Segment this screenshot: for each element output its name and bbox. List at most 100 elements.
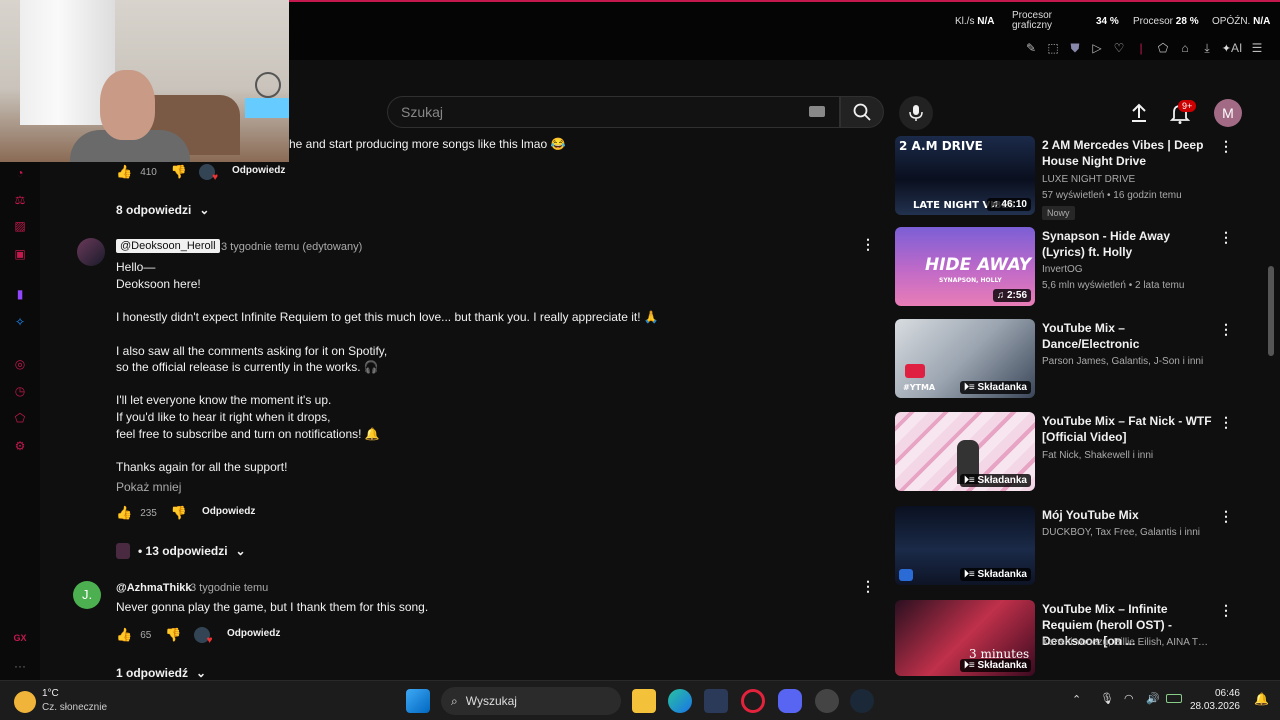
video-title[interactable]: 2 AM Mercedes Vibes | Deep House Night D… <box>1042 137 1212 169</box>
channel-name[interactable]: Parson James, Galantis, J-Son i inni <box>1042 356 1212 367</box>
more-actions-icon[interactable]: ⋮ <box>1219 602 1233 619</box>
more-actions-icon[interactable]: ⋮ <box>1219 321 1233 338</box>
video-thumbnail[interactable]: 2 A.M DRIVE LATE NIGHT VIBES ♫ 46:10 <box>895 136 1035 215</box>
scrollbar-thumb[interactable] <box>1268 266 1274 356</box>
comment-time[interactable]: 3 tygodnie temu (edytowany) <box>221 241 362 253</box>
video-thumbnail[interactable]: #YTMA ⏵≡ Składanka <box>895 319 1035 398</box>
video-title[interactable]: YouTube Mix – Fat Nick - WTF [Official V… <box>1042 413 1212 445</box>
video-title[interactable]: Mój YouTube Mix <box>1042 507 1212 523</box>
play-icon[interactable]: ▷ <box>1086 40 1108 56</box>
history-icon[interactable]: ◷ <box>12 383 28 399</box>
like-icon[interactable]: 👍 <box>116 505 132 521</box>
comment-time[interactable]: 3 tygodnie temu <box>190 582 268 594</box>
player-icon[interactable]: ◎ <box>12 356 28 372</box>
ai-button[interactable]: ✦AI <box>1218 40 1246 56</box>
channel-name[interactable]: DUCKBOY, Tax Free, Galantis i inni <box>1042 527 1212 538</box>
volume-icon[interactable]: 🔊 <box>1146 692 1160 705</box>
more-actions-icon[interactable]: ⋮ <box>861 236 875 253</box>
recommended-mix[interactable]: ⏵≡ Składanka YouTube Mix – Fat Nick - WT… <box>895 412 1255 494</box>
reply-button[interactable]: Odpowiedz <box>202 506 255 517</box>
video-meta: 57 wyświetleń • 16 godzin temu <box>1042 190 1182 201</box>
replies-toggle[interactable]: 8 odpowiedzi ⌄ <box>116 203 209 217</box>
search-input[interactable] <box>388 97 768 127</box>
more-icon[interactable]: ··· <box>12 658 28 674</box>
settings-icon[interactable]: ⚙ <box>12 438 28 454</box>
app-icon[interactable] <box>815 689 839 713</box>
delay-stat: OPÓŹN. N/A <box>1212 16 1271 27</box>
reply-button[interactable]: Odpowiedz <box>227 628 280 639</box>
clock[interactable]: 06:46 28.03.2026 <box>1190 687 1240 713</box>
battery-icon[interactable] <box>1166 694 1182 703</box>
extensions-icon[interactable]: ⬠ <box>1152 40 1174 56</box>
opera-gx-icon[interactable] <box>741 689 765 713</box>
keyboard-icon[interactable] <box>809 106 825 117</box>
aria-icon[interactable]: ⚖ <box>12 192 28 208</box>
gx-corner-icon[interactable]: ▨ <box>12 218 28 234</box>
twitch-icon[interactable]: ▮ <box>12 286 28 302</box>
recommended-mix[interactable]: ⏵≡ Składanka Mój YouTube Mix DUCKBOY, Ta… <box>895 506 1255 588</box>
comment-avatar[interactable]: J. <box>73 581 101 609</box>
more-actions-icon[interactable]: ⋮ <box>1219 508 1233 525</box>
edge-icon[interactable] <box>668 689 692 713</box>
download-icon[interactable]: ⤓ <box>1196 40 1218 56</box>
discord-icon[interactable] <box>778 689 802 713</box>
recommended-mix[interactable]: #YTMA ⏵≡ Składanka YouTube Mix – Dance/E… <box>895 319 1255 401</box>
video-thumbnail[interactable]: ⏵≡ Składanka <box>895 506 1035 585</box>
store-icon[interactable] <box>704 689 728 713</box>
messenger-icon[interactable]: ✧ <box>12 314 28 330</box>
video-thumbnail[interactable]: 3 minutes ⏵≡ Składanka <box>895 600 1035 676</box>
pin-icon[interactable]: ✎ <box>1020 40 1042 56</box>
video-thumbnail[interactable]: ⏵≡ Składanka <box>895 412 1035 491</box>
search-button[interactable] <box>840 96 884 128</box>
more-actions-icon[interactable]: ⋮ <box>1219 138 1233 155</box>
chevron-down-icon: ⌄ <box>199 203 210 217</box>
comment-author[interactable]: @AzhmaThikk <box>116 582 192 594</box>
upload-icon[interactable] <box>1128 102 1150 124</box>
replies-toggle[interactable]: • 13 odpowiedzi ⌄ <box>116 543 246 559</box>
wifi-icon[interactable]: ◠ <box>1124 692 1134 705</box>
file-explorer-icon[interactable] <box>632 689 656 713</box>
recommended-video[interactable]: 2 A.M DRIVE LATE NIGHT VIBES ♫ 46:10 2 A… <box>895 136 1255 222</box>
replies-toggle[interactable]: 1 odpowiedź ⌄ <box>116 666 206 680</box>
comment-author[interactable]: @Deoksoon_Heroll <box>116 239 220 253</box>
shield-icon[interactable]: ⛊ <box>1064 40 1086 56</box>
dislike-icon[interactable]: 👎 <box>171 505 187 521</box>
mic-tray-icon[interactable]: 🎙 <box>1100 692 1114 705</box>
recommended-video[interactable]: HIDE AWAY SYNAPSON, HOLLY ♫ 2:56 Synapso… <box>895 227 1255 309</box>
more-actions-icon[interactable]: ⋮ <box>861 578 875 595</box>
comment-actions: 👍 410 👎 ♥ <box>116 164 218 183</box>
more-actions-icon[interactable]: ⋮ <box>1219 414 1233 431</box>
menu-icon[interactable]: ☰ <box>1246 40 1268 56</box>
clock-time: 06:46 <box>1214 688 1240 699</box>
windows-taskbar: 1°C Cz. słonecznie ⌕ Wyszukaj ⌃ 🎙 ◠ 🔊 06… <box>0 680 1280 720</box>
tray-chevron-icon[interactable]: ⌃ <box>1072 693 1081 706</box>
dislike-icon[interactable]: 👎 <box>165 627 181 643</box>
more-actions-icon[interactable]: ⋮ <box>1219 229 1233 246</box>
show-less-link[interactable]: Pokaż mniej <box>116 480 181 494</box>
snapshot-icon[interactable]: ⬚ <box>1042 40 1064 56</box>
video-title[interactable]: Synapson - Hide Away (Lyrics) ft. Holly <box>1042 228 1212 260</box>
account-avatar[interactable]: M <box>1214 99 1242 127</box>
like-icon[interactable]: 👍 <box>116 627 132 643</box>
video-title[interactable]: YouTube Mix – Dance/Electronic <box>1042 320 1212 352</box>
reply-button[interactable]: Odpowiedz <box>232 165 285 176</box>
channel-name[interactable]: Kenshi Yonezu, Billie Eilish, AINA THE E… <box>1042 637 1212 648</box>
channel-name[interactable]: InvertOG <box>1042 264 1212 275</box>
wallet-icon[interactable]: ⌂ <box>1174 40 1196 56</box>
notification-center-icon[interactable]: 🔔 <box>1254 692 1269 706</box>
gx-hub-icon[interactable]: ▣ <box>12 246 28 262</box>
speed-dial-icon[interactable]: ◔ <box>12 165 28 181</box>
voice-search-button[interactable] <box>899 96 933 130</box>
video-thumbnail[interactable]: HIDE AWAY SYNAPSON, HOLLY ♫ 2:56 <box>895 227 1035 306</box>
channel-name[interactable]: LUXE NIGHT DRIVE <box>1042 174 1212 185</box>
channel-name[interactable]: Fat Nick, Shakewell i inni <box>1042 450 1212 461</box>
heart-icon[interactable]: ♡ <box>1108 40 1130 56</box>
like-icon[interactable]: 👍 <box>116 164 132 180</box>
comment-avatar[interactable] <box>77 238 105 266</box>
start-icon[interactable] <box>406 689 430 713</box>
extensions-sidebar-icon[interactable]: ⬠ <box>12 410 28 426</box>
steam-icon[interactable] <box>850 689 874 713</box>
recommended-mix[interactable]: 3 minutes ⏵≡ Składanka YouTube Mix – Inf… <box>895 600 1255 676</box>
taskbar-search[interactable]: ⌕ Wyszukaj <box>441 687 621 715</box>
dislike-icon[interactable]: 👎 <box>171 164 187 180</box>
